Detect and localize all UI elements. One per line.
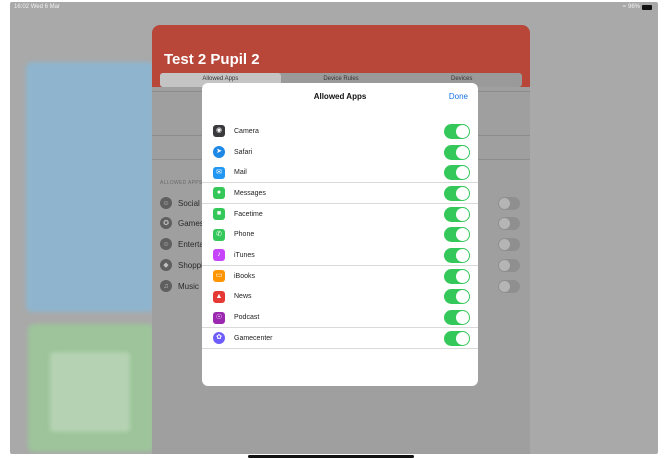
ibooks-icon: ▭ xyxy=(213,270,225,283)
app-label: News xyxy=(234,293,252,301)
safari-toggle[interactable] xyxy=(444,144,470,160)
allowed-apps-modal: Allowed Apps Done ◉ Camera ➤ Safari ✉ Ma… xyxy=(202,83,478,386)
app-label: Safari xyxy=(234,148,253,156)
gamecenter-icon: ✿ xyxy=(213,332,225,345)
ipad-screen: 16:02 Wed 6 Mar ≈ 96% Test 2 Pupil 2 All… xyxy=(10,2,658,454)
app-label: Facetime xyxy=(234,210,263,218)
status-battery: ≈ 96% xyxy=(623,4,652,10)
music-icon: ♫ xyxy=(160,280,172,292)
phone-toggle[interactable] xyxy=(444,227,470,243)
status-date-text: Wed 6 Mar xyxy=(30,4,60,10)
app-row-safari: ➤ Safari xyxy=(202,142,478,163)
app-label: Camera xyxy=(234,127,259,135)
app-row-news: ▲ News xyxy=(202,287,478,308)
category-row-music[interactable]: ♫ Music xyxy=(160,279,199,293)
sheet-section-label: ALLOWED APPS xyxy=(160,180,203,186)
news-icon: ▲ xyxy=(213,290,225,303)
shopping-icon: ◆ xyxy=(160,259,172,271)
modal-title: Allowed Apps xyxy=(313,92,367,101)
camera-toggle[interactable] xyxy=(444,123,470,139)
done-button[interactable]: Done xyxy=(449,92,468,101)
app-row-phone: ✆ Phone xyxy=(202,224,478,245)
app-row-mail: ✉ Mail xyxy=(202,162,478,184)
messages-toggle[interactable] xyxy=(444,185,470,201)
category-label: Music xyxy=(178,281,199,291)
app-list: ◉ Camera ➤ Safari ✉ Mail ● Messages ■ Fa… xyxy=(202,121,478,349)
social-icon: ☺ xyxy=(160,197,172,209)
messages-icon: ● xyxy=(213,187,225,200)
status-time-text: 16:02 xyxy=(14,4,30,10)
podcast-toggle[interactable] xyxy=(444,310,470,326)
category-toggle-games[interactable] xyxy=(498,217,520,230)
mail-toggle[interactable] xyxy=(444,165,470,181)
app-label: iTunes xyxy=(234,251,255,259)
app-label: Mail xyxy=(234,169,247,177)
ibooks-toggle[interactable] xyxy=(444,268,470,284)
app-row-ibooks: ▭ iBooks xyxy=(202,266,478,287)
category-toggle-music[interactable] xyxy=(498,280,520,293)
row-divider xyxy=(202,347,478,349)
safari-icon: ➤ xyxy=(213,146,225,159)
itunes-icon: ♪ xyxy=(213,249,225,262)
app-row-camera: ◉ Camera xyxy=(202,121,478,142)
status-time: 16:02 Wed 6 Mar xyxy=(14,4,60,10)
games-icon: ✪ xyxy=(160,217,172,229)
app-label: Phone xyxy=(234,231,255,239)
entertainment-icon: ☺ xyxy=(160,238,172,250)
app-label: Podcast xyxy=(234,314,260,322)
category-row-games[interactable]: ✪ Games xyxy=(160,216,204,230)
category-label: Social xyxy=(178,198,200,208)
camera-icon: ◉ xyxy=(213,125,225,138)
sheet-title: Test 2 Pupil 2 xyxy=(164,51,260,68)
gamecenter-toggle[interactable] xyxy=(444,330,470,346)
phone-icon: ✆ xyxy=(213,228,225,241)
category-toggle-entertainment[interactable] xyxy=(498,238,520,251)
wifi-icon: ≈ xyxy=(622,4,626,10)
app-row-facetime: ■ Facetime xyxy=(202,204,478,225)
battery-percent: 96% xyxy=(627,4,640,10)
facetime-icon: ■ xyxy=(213,208,225,221)
app-row-messages: ● Messages xyxy=(202,183,478,204)
category-toggle-shopping[interactable] xyxy=(498,259,520,272)
mail-icon: ✉ xyxy=(213,166,225,179)
itunes-toggle[interactable] xyxy=(444,247,470,263)
app-label: Gamecenter xyxy=(234,334,273,342)
battery-icon xyxy=(642,4,652,10)
app-label: iBooks xyxy=(234,272,256,280)
category-row-social[interactable]: ☺ Social xyxy=(160,196,200,210)
app-row-podcast: ☉ Podcast xyxy=(202,307,478,328)
category-label: Games xyxy=(178,218,204,228)
background-card-blue xyxy=(26,62,154,312)
background-card-green-inner xyxy=(50,352,130,432)
app-label: Messages xyxy=(234,189,266,197)
podcast-icon: ☉ xyxy=(213,311,225,324)
app-row-gamecenter: ✿ Gamecenter xyxy=(202,328,478,349)
facetime-toggle[interactable] xyxy=(444,206,470,222)
category-toggle-social[interactable] xyxy=(498,197,520,210)
news-toggle[interactable] xyxy=(444,289,470,305)
app-row-itunes: ♪ iTunes xyxy=(202,245,478,266)
